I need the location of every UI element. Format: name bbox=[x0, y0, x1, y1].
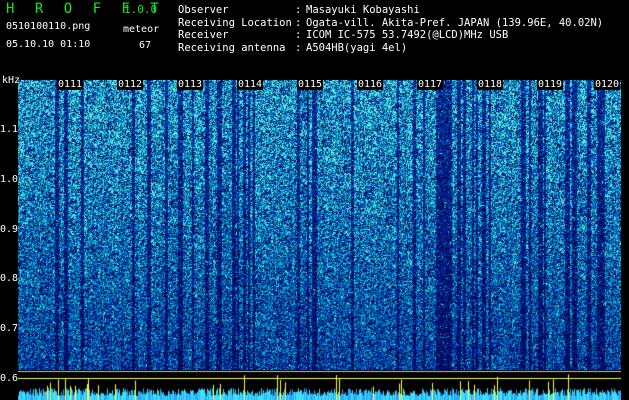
y-label-0.8: 0.8 bbox=[0, 273, 19, 284]
receiver-colon: : bbox=[295, 29, 302, 41]
app-version: 1.0.0 bbox=[124, 3, 158, 16]
y-label-0.9: 0.9 bbox=[0, 224, 19, 235]
meteor-label: meteor bbox=[123, 24, 160, 35]
y-label-1.1: 1.1 bbox=[0, 124, 19, 135]
location-label: Receiving Location bbox=[178, 16, 292, 29]
time-label-0114: 0114 bbox=[237, 79, 264, 90]
filename-label: 0510100110.png bbox=[6, 21, 91, 32]
location-colon: : bbox=[295, 16, 302, 29]
location-value: Ogata-vill. Akita-Pref. JAPAN (139.96E, … bbox=[306, 16, 604, 29]
time-label-0111: 0111 bbox=[57, 79, 84, 90]
y-label-1.0: 1.0 bbox=[0, 174, 19, 185]
antenna-colon: : bbox=[295, 41, 302, 54]
info-values: Masayuki Kobayashi Ogata-vill. Akita-Pre… bbox=[306, 4, 603, 54]
time-label-0119: 0119 bbox=[537, 79, 564, 90]
axis-unit-label: kHz bbox=[2, 75, 21, 86]
time-label-0112: 0112 bbox=[117, 79, 144, 90]
time-label-0118: 0118 bbox=[477, 79, 504, 90]
time-label-0120: 0120 bbox=[594, 79, 621, 90]
receiver-value: ICOM IC-575 53.7492(@LCD)MHz USB bbox=[306, 29, 509, 41]
receiver-label: Receiver bbox=[178, 29, 229, 41]
y-label-0.6: 0.6 bbox=[0, 373, 19, 384]
antenna-label: Receiving antenna bbox=[178, 41, 286, 54]
time-label-0117: 0117 bbox=[417, 79, 444, 90]
meteor-count: 67 bbox=[139, 40, 152, 51]
observer-label: Observer bbox=[178, 4, 229, 16]
spectrogram bbox=[18, 80, 621, 370]
info-colons: : : : : bbox=[295, 4, 301, 54]
datetime-label: 05.10.10 01:10 bbox=[6, 39, 91, 50]
antenna-value: A504HB(yagi 4el) bbox=[306, 41, 408, 54]
time-label-0115: 0115 bbox=[297, 79, 324, 90]
observer-value: Masayuki Kobayashi bbox=[306, 4, 420, 16]
meteor-echo-strip bbox=[18, 370, 621, 400]
info-labels: Observer Receiving Location Receiver Rec… bbox=[178, 4, 292, 54]
time-label-0113: 0113 bbox=[177, 79, 204, 90]
y-label-0.7: 0.7 bbox=[0, 323, 19, 334]
observer-colon: : bbox=[295, 4, 302, 16]
time-label-0116: 0116 bbox=[357, 79, 384, 90]
